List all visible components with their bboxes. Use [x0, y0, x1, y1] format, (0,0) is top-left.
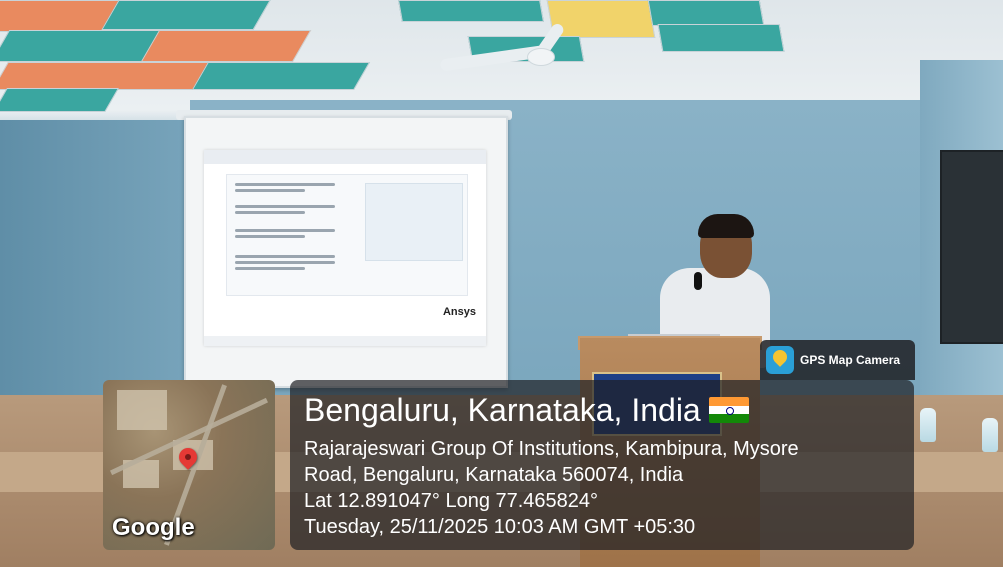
map-thumbnail: Google	[103, 380, 275, 550]
ceiling-tile-orange	[140, 30, 312, 62]
coordinates: Lat 12.891047° Long 77.465824°	[304, 490, 599, 512]
ceiling-tile-teal	[0, 88, 119, 112]
water-bottle	[920, 408, 936, 442]
ceiling-tile-teal	[647, 0, 765, 26]
slide-bullet	[235, 267, 305, 270]
map-building	[117, 390, 167, 430]
slide-window-bar	[204, 150, 486, 164]
ceiling-tile-teal	[398, 0, 544, 22]
speaker-hair	[698, 214, 754, 238]
photo-scene: Ansys GPS Map Camera Google Bengaluru, K…	[0, 0, 1003, 567]
gps-camera-badge: GPS Map Camera	[760, 340, 915, 380]
slide-bullet	[235, 211, 305, 214]
slide-brand-logo: Ansys	[442, 306, 476, 318]
slide-content	[226, 174, 468, 296]
projector-screen: Ansys	[184, 116, 508, 388]
microphone-icon	[694, 272, 702, 290]
slide-diagram	[365, 183, 463, 261]
datetime: Tuesday, 25/11/2025 10:03 AM GMT +05:30	[304, 516, 696, 538]
ceiling-fan-hub	[527, 48, 555, 66]
slide-bullet	[235, 235, 305, 238]
left-wall	[0, 120, 190, 420]
ceiling-tile-orange	[0, 62, 211, 90]
wall-tv	[940, 150, 1003, 344]
india-flag-icon	[708, 397, 749, 423]
ceiling-tile-teal	[101, 0, 271, 30]
presentation-slide: Ansys	[204, 150, 486, 346]
place-title-text: Bengaluru, Karnataka, India	[304, 392, 701, 428]
gps-camera-label: GPS Map Camera	[800, 353, 901, 367]
slide-bullet	[235, 183, 335, 186]
water-bottle	[982, 418, 998, 452]
place-title: Bengaluru, Karnataka, India	[304, 392, 749, 429]
slide-bullet	[235, 261, 335, 264]
ceiling-tile-teal	[657, 24, 785, 52]
location-info-box: Bengaluru, Karnataka, India Rajarajeswar…	[290, 380, 914, 550]
slide-bullet	[235, 229, 335, 232]
slide-bullet	[235, 205, 335, 208]
slide-bullet	[235, 189, 305, 192]
gps-camera-app-icon	[766, 346, 794, 374]
slide-bullet	[235, 255, 335, 258]
address-line-1: Rajarajeswari Group Of Institutions, Kam…	[304, 438, 799, 460]
address-line-2: Road, Bengaluru, Karnataka 560074, India	[304, 464, 684, 486]
ceiling-tile-teal	[0, 30, 162, 62]
slide-taskbar	[204, 336, 486, 346]
map-attribution: Google	[112, 514, 195, 541]
ceiling-tile-teal	[191, 62, 371, 90]
